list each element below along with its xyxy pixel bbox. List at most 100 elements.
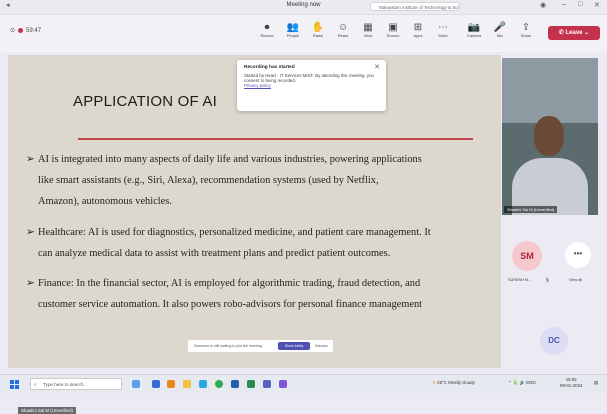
app-icon[interactable] [167, 380, 175, 388]
raise-hand-label: Raise [312, 33, 324, 38]
window-title: Meeting now [286, 2, 321, 8]
leave-label: Leave [565, 30, 583, 36]
more-label: More [438, 33, 448, 38]
record-icon: ⏺ [264, 22, 270, 33]
show-lobby-button[interactable]: Show lobby [278, 342, 310, 350]
teams-icon[interactable] [263, 380, 271, 388]
maximize-icon[interactable]: □ [578, 1, 582, 8]
slide-bullet: ➢ Healthcare: AI is used for diagnostics… [26, 222, 484, 264]
bullet-line: like smart assistants (e.g., Siri, Alexa… [38, 175, 379, 186]
language-indicator: ENG [526, 380, 536, 385]
window-titlebar: ◂ Meeting now Malayalam Institute of Tec… [0, 0, 607, 15]
more-icon: ⋯ [438, 22, 448, 33]
dismiss-button[interactable]: Dismiss [315, 340, 328, 352]
task-view-icon[interactable] [132, 380, 140, 388]
search-placeholder: Type here to search [43, 382, 84, 387]
app-icon[interactable] [279, 380, 287, 388]
view-button[interactable]: ▦ View [356, 22, 380, 39]
presenter-name-tag: Shaalini Sai M (Unverified) [18, 407, 76, 414]
bullet-line: can analyze medical data to assist with … [38, 248, 391, 259]
mic-label: Mic [496, 33, 504, 38]
lobby-notice-text: Someone is still waiting to join the mee… [194, 344, 262, 348]
chrome-icon[interactable] [215, 380, 223, 388]
bullet-line: Finance: In the financial sector, AI is … [38, 278, 421, 289]
participant-head [534, 116, 564, 156]
video-background [502, 58, 598, 123]
slide-bullet: ➢ Finance: In the financial sector, AI i… [26, 273, 484, 315]
toast-title: Recording has started [244, 65, 295, 70]
bullet-line: customer service automation. It also pow… [38, 299, 423, 310]
rooms-button[interactable]: ▣ Rooms [381, 22, 405, 39]
notifications-icon[interactable]: ▤ [594, 380, 598, 386]
toast-close-icon[interactable]: ✕ [374, 63, 380, 71]
more-button[interactable]: ⋯ More [431, 22, 455, 39]
camera-label: Camera [466, 33, 482, 38]
raise-hand-button[interactable]: ✋ Raise [306, 22, 330, 39]
toast-body: Started by Head - IT Services MIST. By a… [244, 73, 374, 83]
search-icon: ⌕ [34, 382, 37, 387]
camera-button[interactable]: 📷 Camera [462, 22, 486, 39]
weather-text: 28°C Mostly cloudy [437, 380, 475, 385]
view-icon: ▦ [363, 22, 373, 33]
react-label: React [337, 33, 349, 38]
leave-button[interactable]: ✆ Leave ⌄ [548, 26, 600, 40]
lobby-notice: Someone is still waiting to join the mee… [188, 340, 333, 352]
mic-muted-icon: 🎙 [545, 278, 550, 282]
participant-avatar[interactable]: SM [512, 241, 542, 271]
apps-icon: ⊞ [413, 22, 423, 33]
participant-avatar[interactable]: DC [540, 327, 568, 355]
view-label: View [363, 33, 373, 38]
tray-icons[interactable]: ⌃ 🔋 🔊 ENG [508, 380, 536, 386]
meeting-toolbar: ⊙ 59:47 ⏺ Record 👥 People ✋ Raise ☺ React… [0, 15, 607, 52]
participant-name-label: SURESH M... [508, 278, 532, 282]
apps-label: Apps [413, 33, 423, 38]
taskbar-search-input[interactable]: ⌕ Type here to search [30, 378, 122, 390]
shield-icon: ⊙ [10, 28, 16, 34]
privacy-policy-link[interactable]: Privacy policy [244, 83, 379, 88]
recording-started-toast: ✕ Recording has started Started by Head … [237, 60, 386, 111]
share-icon: ⇪ [521, 22, 531, 33]
slide-title: APPLICATION OF AI [73, 93, 217, 110]
bullet-line: Healthcare: AI is used for diagnostics, … [38, 227, 431, 238]
slide-bullet: ➢ AI is integrated into many aspects of … [26, 149, 484, 212]
weather-widget[interactable]: ☀ 28°C Mostly cloudy [432, 380, 475, 386]
file-explorer-icon[interactable] [183, 380, 191, 388]
bullet-arrow-icon: ➢ [26, 154, 35, 165]
view-all-participants-button[interactable]: ••• [565, 242, 591, 268]
record-button[interactable]: ⏺ Record [255, 22, 279, 39]
clock[interactable]: 15:02 09-01-2024 [560, 377, 582, 389]
minimize-icon[interactable]: – [562, 1, 566, 8]
word-icon[interactable] [231, 380, 239, 388]
bullet-line: Amazon), autonomous vehicles. [38, 196, 172, 207]
close-icon[interactable]: ✕ [594, 1, 600, 9]
mic-icon: 🎤 [493, 22, 507, 33]
meeting-timer: 59:47 [26, 28, 42, 34]
rooms-label: Rooms [386, 33, 400, 38]
bullet-arrow-icon: ➢ [26, 227, 35, 238]
edge-icon[interactable] [199, 380, 207, 388]
participant-video-tile[interactable]: Shaalini Sai M (Unverified) [502, 58, 598, 215]
share-label: Share [520, 33, 532, 38]
people-icon: 👥 [286, 22, 300, 33]
store-icon[interactable] [152, 380, 160, 388]
profile-icon[interactable]: ◉ [540, 1, 546, 9]
people-label: People [286, 33, 300, 38]
slide-title-rule [78, 138, 473, 140]
recording-indicator: ⊙ 59:47 [10, 27, 41, 34]
view-all-label: View all [569, 278, 583, 282]
raise-hand-icon: ✋ [311, 22, 325, 33]
apps-button[interactable]: ⊞ Apps [406, 22, 430, 39]
react-icon: ☺ [337, 22, 349, 33]
mic-button[interactable]: 🎤 Mic [488, 22, 512, 39]
record-label: Record [260, 33, 274, 38]
bullet-arrow-icon: ➢ [26, 278, 35, 289]
windows-start-icon[interactable] [10, 380, 19, 389]
bullet-line: AI is integrated into many aspects of da… [38, 154, 422, 165]
react-button[interactable]: ☺ React [331, 22, 355, 39]
recording-dot-icon [18, 27, 24, 33]
excel-icon[interactable] [247, 380, 255, 388]
chevron-down-icon: ⌄ [584, 30, 590, 36]
org-search-field[interactable]: Malayalam Institute of Technology & Scie… [370, 2, 460, 11]
share-button[interactable]: ⇪ Share [514, 22, 538, 39]
people-button[interactable]: 👥 People [281, 22, 305, 39]
